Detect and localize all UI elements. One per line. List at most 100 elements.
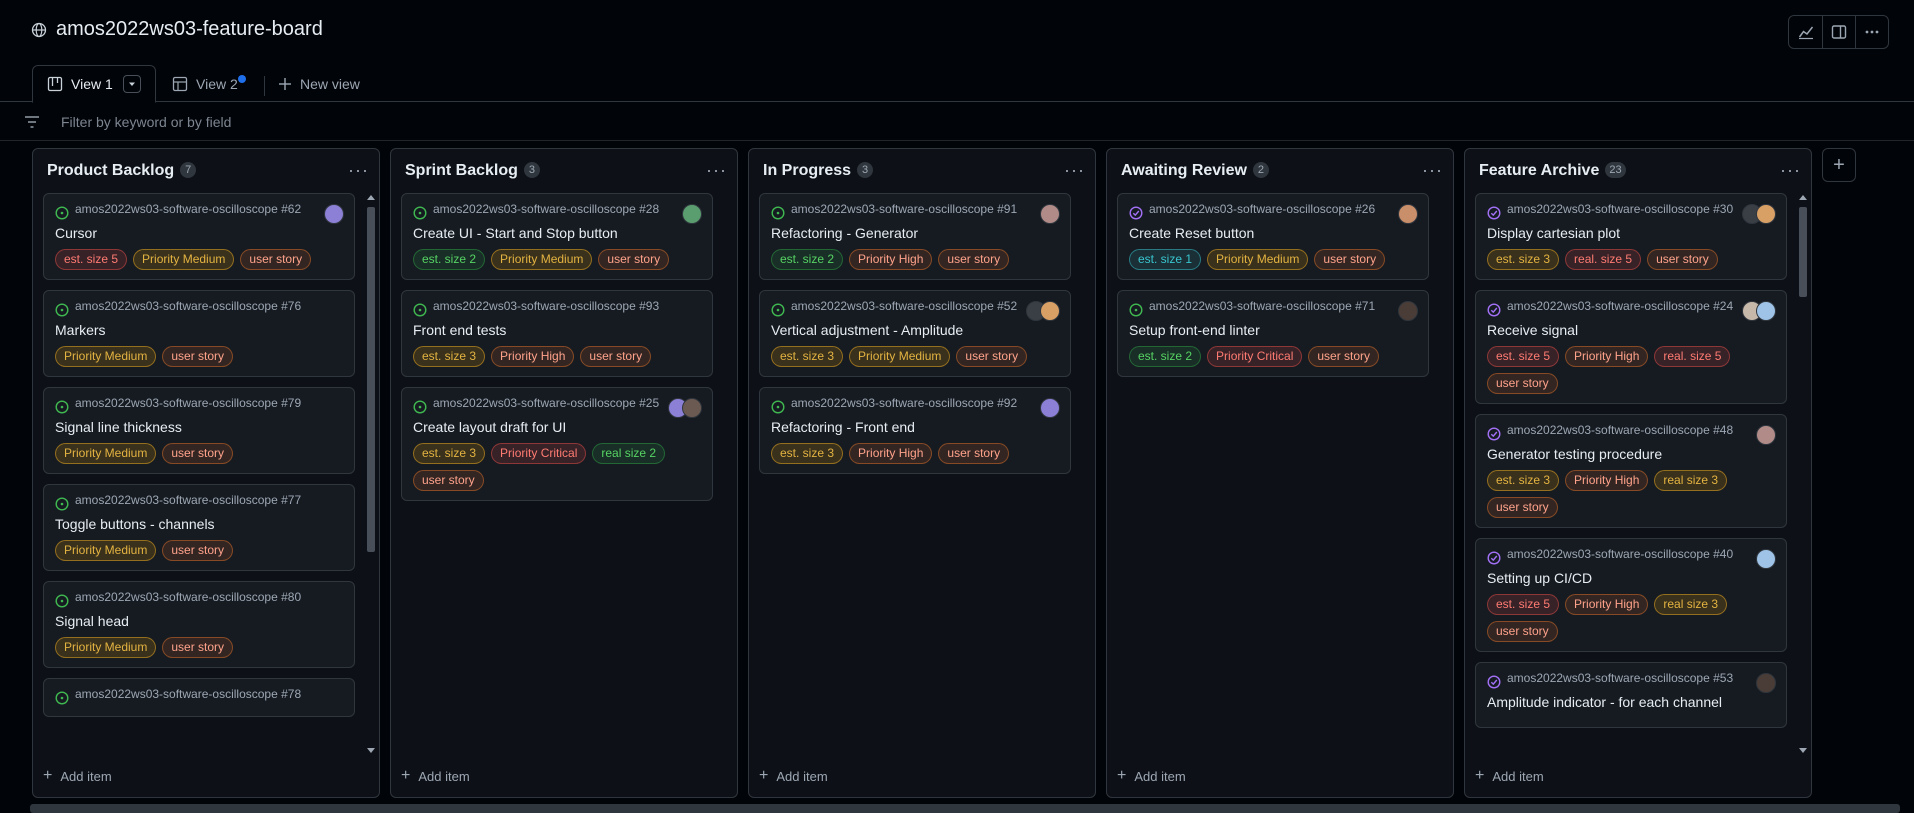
issue-card[interactable]: amos2022ws03-software-oscilloscope #40 Se… bbox=[1475, 538, 1787, 652]
column-more-icon[interactable]: ··· bbox=[1780, 161, 1801, 179]
issue-card[interactable]: amos2022ws03-software-oscilloscope #91 Re… bbox=[759, 193, 1071, 280]
issue-title[interactable]: Create UI - Start and Stop button bbox=[413, 224, 702, 242]
label-badge[interactable]: user story bbox=[1487, 373, 1558, 394]
label-badge[interactable]: Priority High bbox=[1565, 346, 1649, 367]
label-badge[interactable]: est. size 3 bbox=[771, 443, 844, 464]
label-badge[interactable]: est. size 3 bbox=[413, 443, 486, 464]
issue-repo-number[interactable]: amos2022ws03-software-oscilloscope #80 bbox=[75, 590, 301, 605]
label-badge[interactable]: Priority Medium bbox=[55, 637, 157, 658]
avatar[interactable] bbox=[682, 204, 702, 224]
label-badge[interactable]: est. size 3 bbox=[771, 346, 844, 367]
avatar[interactable] bbox=[1756, 549, 1776, 569]
issue-card[interactable]: amos2022ws03-software-oscilloscope #92 Re… bbox=[759, 387, 1071, 474]
issue-title[interactable]: Setting up CI/CD bbox=[1487, 569, 1776, 587]
column-more-icon[interactable]: ··· bbox=[706, 161, 727, 179]
issue-title[interactable]: Refactoring - Front end bbox=[771, 418, 1060, 436]
avatar[interactable] bbox=[324, 204, 344, 224]
label-badge[interactable]: est. size 1 bbox=[1129, 249, 1202, 270]
scrollbar-thumb[interactable] bbox=[1799, 207, 1807, 297]
issue-card[interactable]: amos2022ws03-software-oscilloscope #79 Si… bbox=[43, 387, 355, 474]
horizontal-scrollbar[interactable] bbox=[30, 804, 1900, 813]
issue-repo-number[interactable]: amos2022ws03-software-oscilloscope #79 bbox=[75, 396, 301, 411]
label-badge[interactable]: user story bbox=[938, 443, 1010, 464]
add-item-button[interactable]: + Add item bbox=[1117, 767, 1186, 785]
label-badge[interactable]: real size 2 bbox=[592, 443, 666, 464]
side-panel-icon[interactable] bbox=[1822, 16, 1855, 48]
label-badge[interactable]: Priority Medium bbox=[491, 249, 593, 270]
new-view-button[interactable]: New view bbox=[278, 65, 360, 103]
issue-title[interactable]: Front end tests bbox=[413, 321, 702, 339]
add-column-button[interactable]: + bbox=[1822, 148, 1856, 182]
column-scrollbar[interactable] bbox=[366, 193, 376, 755]
avatar[interactable] bbox=[1756, 301, 1776, 321]
issue-card[interactable]: amos2022ws03-software-oscilloscope #62 Cu… bbox=[43, 193, 355, 280]
label-badge[interactable]: user story bbox=[162, 346, 234, 367]
tab-view-1[interactable]: View 1 bbox=[32, 65, 156, 103]
label-badge[interactable]: est. size 5 bbox=[1487, 594, 1560, 615]
add-item-button[interactable]: + Add item bbox=[401, 767, 470, 785]
issue-card[interactable]: amos2022ws03-software-oscilloscope #25 Cr… bbox=[401, 387, 713, 501]
label-badge[interactable]: user story bbox=[162, 637, 234, 658]
label-badge[interactable]: est. size 5 bbox=[1487, 346, 1560, 367]
issue-title[interactable]: Create Reset button bbox=[1129, 224, 1418, 242]
label-badge[interactable]: Priority High bbox=[491, 346, 575, 367]
scrollbar-thumb[interactable] bbox=[367, 207, 375, 552]
label-badge[interactable]: Priority Medium bbox=[55, 540, 157, 561]
label-badge[interactable]: real. size 5 bbox=[1654, 346, 1731, 367]
issue-card[interactable]: amos2022ws03-software-oscilloscope #71 Se… bbox=[1117, 290, 1429, 377]
chevron-down-icon[interactable] bbox=[122, 75, 141, 93]
column-more-icon[interactable]: ··· bbox=[348, 161, 369, 179]
label-badge[interactable]: user story bbox=[162, 443, 234, 464]
issue-title[interactable]: Create layout draft for UI bbox=[413, 418, 702, 436]
avatar[interactable] bbox=[682, 398, 702, 418]
label-badge[interactable]: user story bbox=[240, 249, 312, 270]
label-badge[interactable]: Priority Medium bbox=[133, 249, 235, 270]
issue-repo-number[interactable]: amos2022ws03-software-oscilloscope #30 bbox=[1507, 202, 1733, 217]
issue-repo-number[interactable]: amos2022ws03-software-oscilloscope #62 bbox=[75, 202, 301, 217]
label-badge[interactable]: user story bbox=[1308, 346, 1380, 367]
issue-card[interactable]: amos2022ws03-software-oscilloscope #30 Di… bbox=[1475, 193, 1787, 280]
label-badge[interactable]: user story bbox=[598, 249, 670, 270]
avatar[interactable] bbox=[1756, 673, 1776, 693]
issue-card[interactable]: amos2022ws03-software-oscilloscope #48 Ge… bbox=[1475, 414, 1787, 528]
issue-title[interactable]: Signal head bbox=[55, 612, 344, 630]
label-badge[interactable]: Priority Medium bbox=[1207, 249, 1309, 270]
issue-repo-number[interactable]: amos2022ws03-software-oscilloscope #25 bbox=[433, 396, 659, 411]
issue-card[interactable]: amos2022ws03-software-oscilloscope #78 bbox=[43, 678, 355, 717]
label-badge[interactable]: user story bbox=[1487, 621, 1558, 642]
issue-repo-number[interactable]: amos2022ws03-software-oscilloscope #24 bbox=[1507, 299, 1733, 314]
issue-title[interactable]: Signal line thickness bbox=[55, 418, 344, 436]
issue-repo-number[interactable]: amos2022ws03-software-oscilloscope #76 bbox=[75, 299, 301, 314]
label-badge[interactable]: real. size 5 bbox=[1565, 249, 1642, 270]
tab-view-2[interactable]: View 2 bbox=[172, 65, 246, 103]
issue-repo-number[interactable]: amos2022ws03-software-oscilloscope #48 bbox=[1507, 423, 1733, 438]
scroll-down-icon[interactable] bbox=[1799, 748, 1807, 753]
issue-repo-number[interactable]: amos2022ws03-software-oscilloscope #92 bbox=[791, 396, 1017, 411]
issue-repo-number[interactable]: amos2022ws03-software-oscilloscope #52 bbox=[791, 299, 1017, 314]
issue-repo-number[interactable]: amos2022ws03-software-oscilloscope #77 bbox=[75, 493, 301, 508]
insights-icon[interactable] bbox=[1789, 16, 1822, 48]
issue-card[interactable]: amos2022ws03-software-oscilloscope #93 Fr… bbox=[401, 290, 713, 377]
issue-title[interactable]: Vertical adjustment - Amplitude bbox=[771, 321, 1060, 339]
label-badge[interactable]: Priority High bbox=[1565, 594, 1649, 615]
filter-bar[interactable]: Filter by keyword or by field bbox=[0, 103, 1914, 141]
add-item-button[interactable]: + Add item bbox=[43, 767, 112, 785]
issue-repo-number[interactable]: amos2022ws03-software-oscilloscope #28 bbox=[433, 202, 659, 217]
label-badge[interactable]: user story bbox=[162, 540, 234, 561]
label-badge[interactable]: est. size 5 bbox=[55, 249, 128, 270]
scroll-up-icon[interactable] bbox=[367, 195, 375, 200]
label-badge[interactable]: user story bbox=[1314, 249, 1386, 270]
label-badge[interactable]: real size 3 bbox=[1654, 594, 1728, 615]
label-badge[interactable]: est. size 2 bbox=[771, 249, 844, 270]
issue-card[interactable]: amos2022ws03-software-oscilloscope #80 Si… bbox=[43, 581, 355, 668]
issue-card[interactable]: amos2022ws03-software-oscilloscope #53 Am… bbox=[1475, 662, 1787, 728]
label-badge[interactable]: est. size 2 bbox=[1129, 346, 1202, 367]
issue-repo-number[interactable]: amos2022ws03-software-oscilloscope #71 bbox=[1149, 299, 1375, 314]
scroll-up-icon[interactable] bbox=[1799, 195, 1807, 200]
label-badge[interactable]: Priority Critical bbox=[491, 443, 587, 464]
avatar[interactable] bbox=[1398, 204, 1418, 224]
label-badge[interactable]: user story bbox=[956, 346, 1028, 367]
label-badge[interactable]: est. size 2 bbox=[413, 249, 486, 270]
issue-title[interactable]: Amplitude indicator - for each channel bbox=[1487, 693, 1776, 711]
column-more-icon[interactable]: ··· bbox=[1064, 161, 1085, 179]
